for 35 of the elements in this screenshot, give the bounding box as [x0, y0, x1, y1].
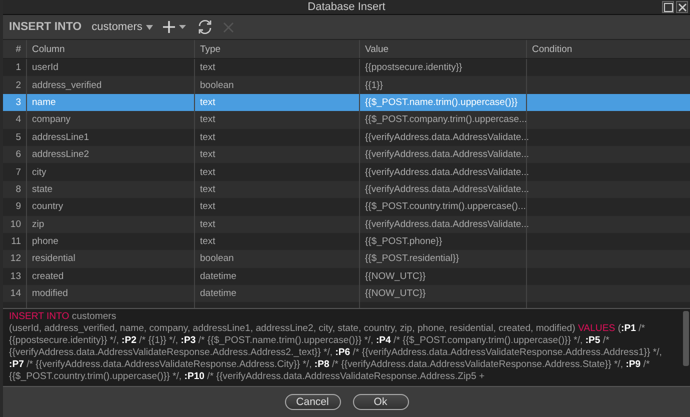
column-header: Condition	[531, 42, 574, 56]
maximize-button[interactable]	[662, 1, 674, 13]
close-button[interactable]	[676, 1, 688, 13]
table-row[interactable]: 4 company text {{$_POST.company.trim().uppercase...	[3, 111, 690, 129]
close-icon	[223, 22, 234, 32]
maximize-icon	[664, 2, 672, 12]
toolbar-label: INSERT INTO	[9, 21, 82, 33]
table-dropdown[interactable]: customers	[92, 21, 154, 33]
table-row[interactable]: 6 addressLine2 text {{verifyAddress.data.AddressValidate...	[3, 146, 690, 164]
table-row[interactable]: 13 created datetime {{NOW_UTC}}	[3, 268, 690, 286]
cancel-button[interactable]: Cancel	[284, 394, 340, 410]
sql-preview: INSERT INTO customers (userId, address_verified, name, company, addressLine1, addressLine2, city, state, country, zip, phone, residential, created, modified) VALUES (:P1 /* {{ppostsecure.identity}} */, :P2 /* {{1}} */, :P3 /* {{$_POST.name.trim().uppercase()}} */, :P4 /* {{$_POST.company.trim().uppercase()}} */, :P5 /* {{verifyAddress.data.AddressValidateResponse.Address.Address2._text}} */, :P6 /* {{verifyAddress.data.AddressValidateResponse.Address.Address1}} */, :P7 /* {{verifyAddress.data.AddressValidateResponse.Address.City}} */, :P8 /* {{verifyAddress.data.AddressValidateResponse.Address.State}} */, :P9 /* {{$_POST.country.trim().uppercase()}} */, :P10 /* {{verifyAddress.data.AddressValidateResponse.Address.Zip5 +	[8, 310, 663, 384]
add-button[interactable]	[163, 20, 188, 34]
ok-button[interactable]: Ok	[352, 394, 408, 410]
column-header: Column	[27, 40, 195, 58]
window-title: Database Insert	[308, 1, 386, 13]
table-row[interactable]: 10 zip text {{verifyAddress.data.AddressValidate...	[3, 216, 690, 233]
refresh-button[interactable]	[197, 19, 214, 35]
table-row[interactable]: 11 phone text {{$_POST.phone}}	[3, 232, 690, 250]
refresh-icon	[197, 19, 214, 35]
table-row[interactable]: 14 modified datetime {{NOW_UTC}}	[3, 285, 690, 302]
table-row[interactable]: 2 address_verified boolean {{1}}	[3, 76, 690, 94]
table-row[interactable]: 1 userId text {{ppostsecure.identity}}	[3, 59, 690, 76]
close-icon	[678, 2, 686, 12]
caret-icon	[146, 24, 154, 30]
table-row[interactable]: 12 residential boolean {{$_POST.residential}}	[3, 250, 690, 268]
table-row[interactable]: 5 addressLine1 text {{verifyAddress.data.AddressValidate...	[3, 128, 690, 146]
table-row[interactable]: 9 country text {{$_POST.country.trim().uppercase()...	[3, 198, 690, 216]
plus-caret-icon	[163, 20, 188, 34]
table-row[interactable]: 7 city text {{verifyAddress.data.AddressValidate...	[3, 163, 690, 181]
scrollbar[interactable]	[683, 311, 689, 366]
column-header: Type	[195, 40, 360, 58]
table-row[interactable]: 8 state text {{verifyAddress.data.AddressValidate...	[3, 180, 690, 198]
column-header: Value	[360, 40, 527, 58]
column-header: #	[3, 40, 27, 58]
